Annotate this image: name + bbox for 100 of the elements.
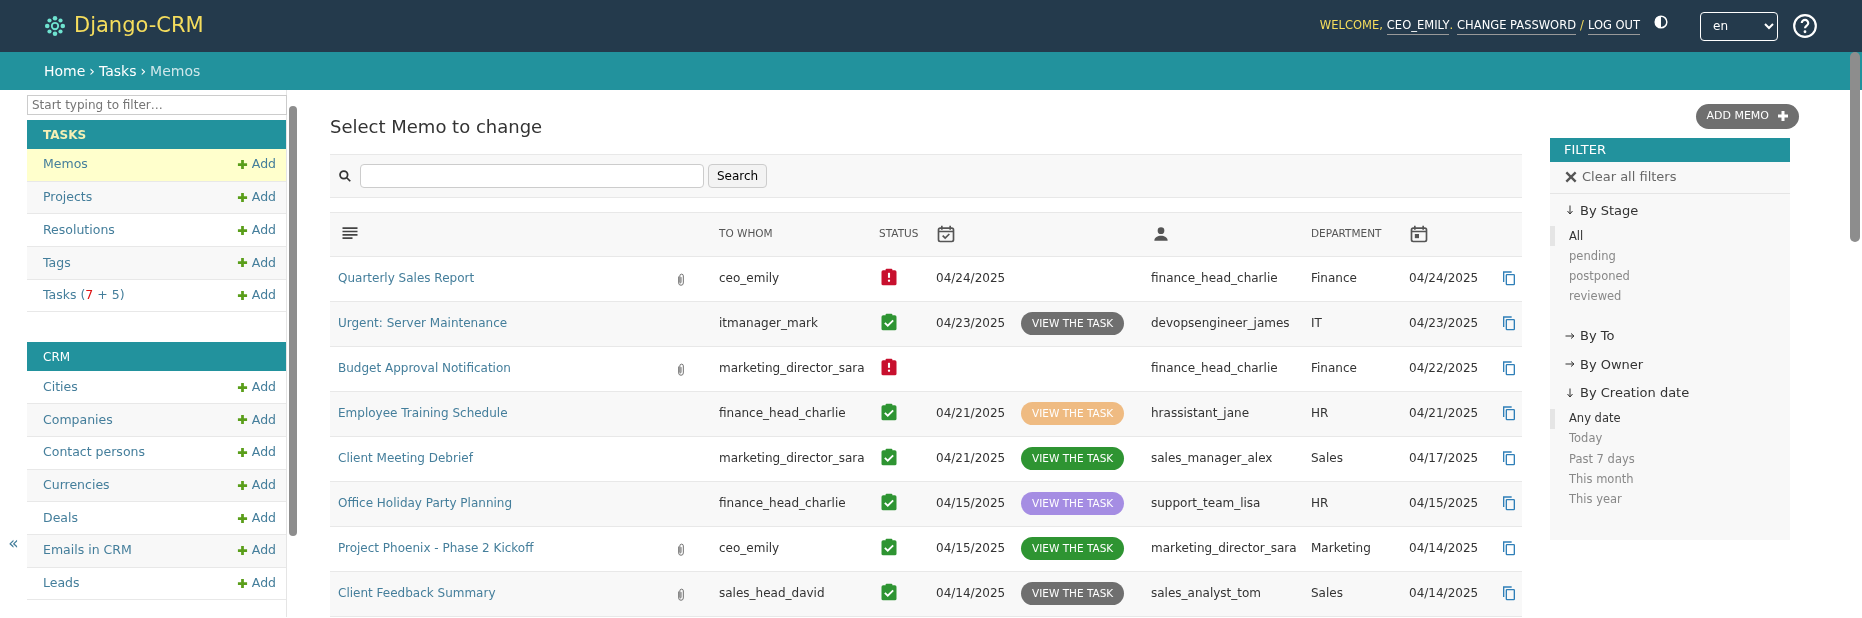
filter-option[interactable]: Any date	[1550, 408, 1790, 429]
date-text: 04/24/2025	[936, 270, 1006, 285]
view-task-button[interactable]: VIEW THE TASK	[1021, 446, 1125, 471]
memo-link[interactable]: Quarterly Sales Report	[338, 270, 475, 285]
date-text: 04/21/2025	[936, 450, 1006, 465]
view-task-button[interactable]: VIEW THE TASK	[1021, 581, 1125, 606]
add-link[interactable]: Add	[236, 541, 276, 561]
language-select[interactable]: en	[1700, 11, 1778, 41]
plus-icon	[1777, 110, 1789, 123]
add-link[interactable]: Add	[236, 188, 276, 207]
recipient-text: marketing_director_sara	[719, 360, 865, 375]
add-link[interactable]: Add	[236, 377, 276, 397]
owner-text: hrassistant_jane	[1151, 405, 1250, 420]
sidebar-filter-field[interactable]: Start typing to filter…	[27, 95, 287, 115]
department-text: HR	[1311, 405, 1329, 420]
memo-link[interactable]: Employee Training Schedule	[338, 405, 508, 420]
breadcrumb-separator: ›	[89, 61, 95, 81]
copy-icon[interactable]	[1501, 269, 1517, 288]
user-link[interactable]: CEO_EMILY	[1386, 16, 1450, 36]
sidebar-link[interactable]: Contact persons	[43, 443, 145, 463]
search-button[interactable]: Search	[708, 163, 768, 188]
sidebar-link[interactable]: Emails in CRM	[43, 541, 132, 561]
filter-group-heading[interactable]: By Stage	[1550, 193, 1790, 223]
scrollbar-thumb[interactable]	[289, 106, 297, 536]
view-task-button[interactable]: VIEW THE TASK	[1021, 491, 1125, 516]
help-icon[interactable]	[1792, 13, 1818, 39]
filter-option[interactable]: This year	[1550, 489, 1790, 510]
copy-icon[interactable]	[1501, 404, 1517, 423]
department-text: Finance	[1311, 360, 1357, 375]
add-link[interactable]: Add	[236, 253, 276, 273]
date-text: 04/23/2025	[936, 315, 1006, 330]
search-icon	[338, 168, 352, 183]
filter-option[interactable]: Today	[1550, 428, 1790, 450]
date-text: 04/22/2025	[1409, 360, 1479, 375]
sidebar-link[interactable]: Memos	[43, 155, 88, 175]
page-scrollbar-thumb[interactable]	[1850, 52, 1860, 242]
filter-group-heading[interactable]: By Creation date	[1550, 376, 1790, 405]
plus-icon	[236, 545, 248, 557]
section-header: CRM	[27, 342, 286, 372]
calendar-check-icon[interactable]	[936, 224, 956, 245]
copy-icon[interactable]	[1501, 539, 1517, 558]
copy-icon[interactable]	[1501, 314, 1517, 333]
add-memo-button[interactable]: ADD MEMO	[1696, 104, 1799, 129]
change-password-link[interactable]: CHANGE PASSWORD	[1457, 16, 1576, 36]
date-text: 04/15/2025	[936, 540, 1006, 555]
add-link[interactable]: Add	[236, 410, 276, 430]
sidebar-link[interactable]: Companies	[43, 410, 113, 430]
sidebar-link[interactable]: Resolutions	[43, 220, 115, 240]
sidebar-link[interactable]: Tags	[43, 253, 71, 273]
column-header[interactable]: TO WHOM	[719, 227, 773, 240]
filter-option[interactable]: This month	[1550, 469, 1790, 490]
view-task-button[interactable]: VIEW THE TASK	[1021, 536, 1125, 561]
add-link[interactable]: Add	[236, 574, 276, 593]
memo-link[interactable]: Client Feedback Summary	[338, 585, 496, 600]
sidebar-link[interactable]: Projects	[43, 188, 93, 207]
filter-option[interactable]: All	[1550, 226, 1790, 247]
breadcrumb-link[interactable]: Home	[44, 60, 86, 82]
memo-link[interactable]: Urgent: Server Maintenance	[338, 315, 508, 330]
site-title[interactable]: Django-CRM	[74, 10, 204, 42]
copy-icon[interactable]	[1501, 584, 1517, 603]
copy-icon[interactable]	[1501, 494, 1517, 513]
department-text: Sales	[1311, 450, 1343, 465]
memo-link[interactable]: Client Meeting Debrief	[338, 450, 473, 465]
sidebar-link[interactable]: Leads	[43, 574, 80, 593]
copy-icon[interactable]	[1501, 359, 1517, 378]
filter-group-heading[interactable]: By To	[1550, 319, 1790, 348]
add-link[interactable]: Add	[236, 443, 276, 463]
theme-toggle-icon[interactable]	[1654, 15, 1668, 29]
view-task-button[interactable]: VIEW THE TASK	[1021, 311, 1125, 336]
copy-icon[interactable]	[1501, 449, 1517, 468]
memo-link[interactable]: Budget Approval Notification	[338, 360, 511, 375]
department-text: Finance	[1311, 270, 1357, 285]
owner-text: support_team_lisa	[1151, 495, 1261, 510]
breadcrumb-link[interactable]: Tasks	[98, 60, 137, 82]
memo-link[interactable]: Project Phoenix - Phase 2 Kickoff	[338, 540, 534, 555]
recipient-text: ceo_emily	[719, 540, 780, 555]
memo-link[interactable]: Office Holiday Party Planning	[338, 495, 513, 510]
filter-option[interactable]: reviewed	[1550, 286, 1790, 308]
calendar-icon[interactable]	[1409, 224, 1429, 245]
filter-option[interactable]: postponed	[1550, 266, 1790, 287]
department-text: Sales	[1311, 585, 1343, 600]
search-field[interactable]	[360, 163, 704, 188]
add-link[interactable]: Add	[236, 220, 276, 240]
plus-icon	[236, 224, 248, 236]
sidebar-link[interactable]: Currencies	[43, 475, 110, 495]
filter-option[interactable]: Past 7 days	[1550, 449, 1790, 470]
owner-text: sales_analyst_tom	[1151, 585, 1261, 600]
filter-option[interactable]: pending	[1550, 246, 1790, 267]
sidebar-link[interactable]: Cities	[43, 377, 78, 397]
sidebar-link[interactable]: Tasks (7 + 5)	[43, 286, 125, 305]
logout-link[interactable]: LOG OUT	[1587, 16, 1640, 36]
clear-filters-link[interactable]: Clear all filters	[1550, 161, 1790, 194]
add-link[interactable]: Add	[236, 475, 276, 495]
add-link[interactable]: Add	[236, 155, 276, 175]
add-link[interactable]: Add	[236, 286, 276, 305]
collapse-sidebar-button[interactable]: «	[8, 531, 19, 557]
sidebar-link[interactable]: Deals	[43, 508, 78, 528]
flower-logo-icon	[44, 15, 66, 37]
filter-group-heading[interactable]: By Owner	[1550, 347, 1790, 377]
add-link[interactable]: Add	[236, 508, 276, 528]
